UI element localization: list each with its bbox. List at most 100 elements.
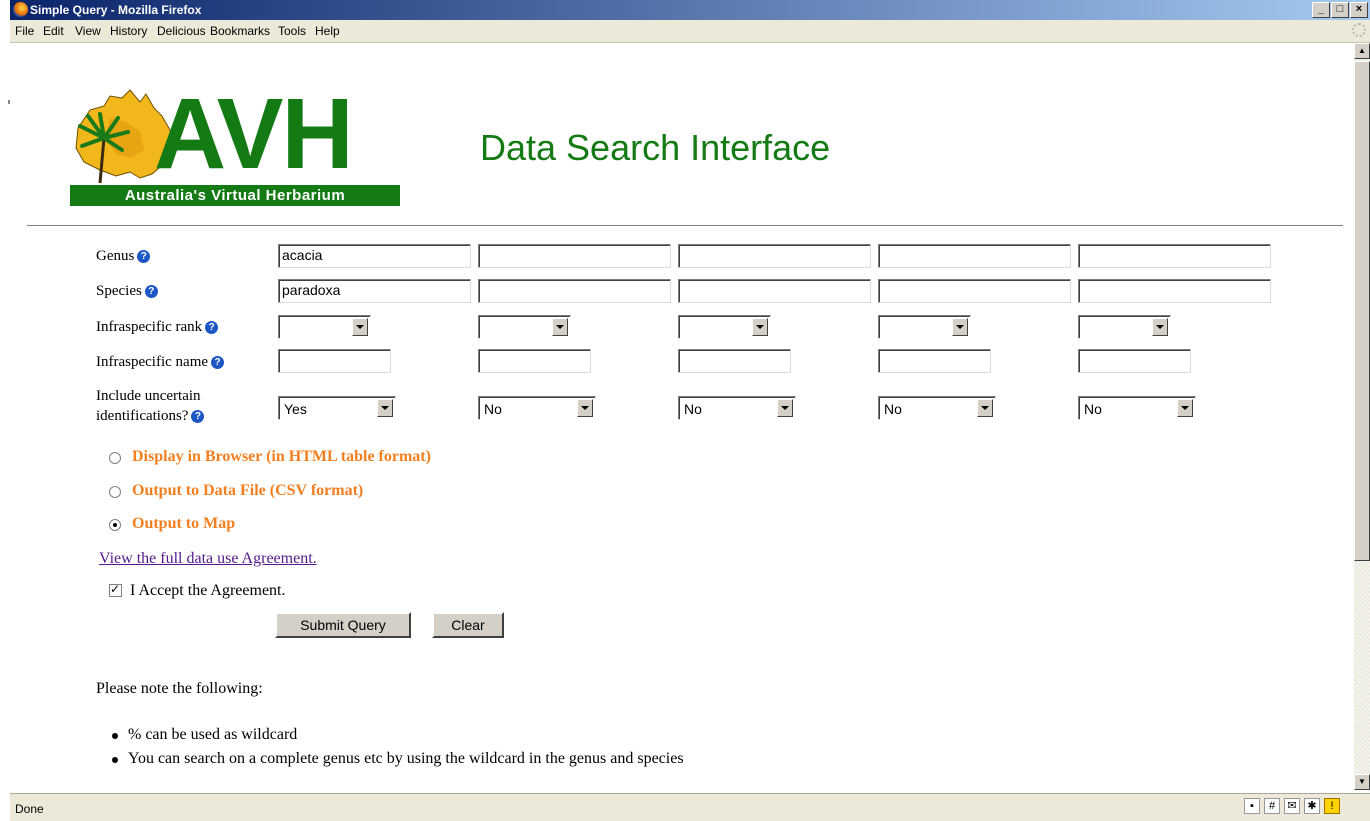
- uncertain-select-5[interactable]: No: [1078, 396, 1196, 420]
- chevron-down-icon[interactable]: [352, 318, 368, 336]
- infra-rank-help-icon[interactable]: ?: [205, 321, 219, 334]
- species-input-2[interactable]: [478, 279, 671, 303]
- infra-rank-select-3[interactable]: [678, 315, 771, 339]
- chevron-down-icon[interactable]: [552, 318, 568, 336]
- uncertain-select-4[interactable]: No: [878, 396, 996, 420]
- left-edge: [0, 0, 10, 820]
- chevron-down-icon[interactable]: [777, 399, 793, 417]
- list-item: You can search on a complete genus etc b…: [110, 750, 684, 774]
- page-heading: Data Search Interface: [480, 127, 831, 168]
- minimize-button[interactable]: _: [1312, 2, 1330, 18]
- page-viewport: AVH Australia's Virtual Herbarium Data S…: [10, 43, 1354, 790]
- infra-rank-select-2[interactable]: [478, 315, 571, 339]
- species-input-5[interactable]: [1078, 279, 1271, 303]
- infra-name-label: Infraspecific name?: [96, 354, 225, 371]
- infra-name-input-2[interactable]: [478, 349, 591, 373]
- infra-name-input-4[interactable]: [878, 349, 991, 373]
- genus-input-3[interactable]: [678, 244, 871, 268]
- infra-name-input-3[interactable]: [678, 349, 791, 373]
- avh-logo: AVH Australia's Virtual Herbarium: [70, 84, 400, 213]
- genus-input-5[interactable]: [1078, 244, 1271, 268]
- option-output-csv[interactable]: Output to Data File (CSV format): [132, 482, 363, 500]
- menu-tools[interactable]: Tools: [278, 24, 306, 38]
- agreement-link[interactable]: View the full data use Agreement.: [99, 550, 317, 568]
- infra-rank-label: Infraspecific rank?: [96, 319, 219, 336]
- uncertain-value-2: No: [484, 401, 502, 417]
- genus-input-4[interactable]: [878, 244, 1071, 268]
- maximize-button[interactable]: □: [1331, 2, 1349, 18]
- avh-tagline: Australia's Virtual Herbarium: [70, 185, 400, 206]
- uncertain-value-1: Yes: [284, 401, 307, 417]
- uncertain-help-icon[interactable]: ?: [191, 410, 205, 423]
- bug-icon[interactable]: ✱: [1304, 798, 1320, 814]
- menu-history[interactable]: History: [110, 24, 147, 38]
- species-help-icon[interactable]: ?: [144, 285, 158, 298]
- infra-rank-select-5[interactable]: [1078, 315, 1171, 339]
- menu-delicious[interactable]: Delicious: [157, 24, 206, 38]
- infra-rank-select-1[interactable]: [278, 315, 371, 339]
- radio-output-map[interactable]: [109, 519, 121, 531]
- notes-list: % can be used as wildcard You can search…: [110, 726, 684, 774]
- uncertain-label-line1: Include uncertain: [96, 388, 201, 404]
- option-display-browser[interactable]: Display in Browser (in HTML table format…: [132, 448, 431, 466]
- infra-name-help-icon[interactable]: ?: [211, 356, 225, 369]
- genus-help-icon[interactable]: ?: [137, 250, 151, 263]
- uncertain-select-1[interactable]: Yes: [278, 396, 396, 420]
- header-divider: [27, 225, 1343, 226]
- scroll-up-button[interactable]: ▲: [1354, 43, 1370, 59]
- species-label: Species?: [96, 283, 158, 300]
- option-output-map[interactable]: Output to Map: [132, 515, 235, 533]
- uncertain-value-3: No: [684, 401, 702, 417]
- status-bar: Done ▪ # ✉ ✱ !: [10, 793, 1370, 821]
- chevron-down-icon[interactable]: [977, 399, 993, 417]
- menu-file[interactable]: File: [15, 24, 34, 38]
- menu-bar: File Edit View History Delicious Bookmar…: [10, 20, 1370, 43]
- clear-button[interactable]: Clear: [432, 612, 504, 638]
- uncertain-label: Include uncertain identifications??: [96, 386, 205, 426]
- scroll-thumb[interactable]: [1354, 61, 1370, 561]
- status-text: Done: [15, 802, 44, 816]
- firefox-icon: [13, 2, 28, 17]
- infra-rank-label-text: Infraspecific rank: [96, 319, 203, 335]
- mail-icon[interactable]: ✉: [1284, 798, 1300, 814]
- chevron-down-icon[interactable]: [577, 399, 593, 417]
- warning-icon[interactable]: !: [1324, 798, 1340, 814]
- infra-name-label-text: Infraspecific name: [96, 354, 209, 370]
- uncertain-select-2[interactable]: No: [478, 396, 596, 420]
- infra-name-input-1[interactable]: [278, 349, 391, 373]
- genus-input-1[interactable]: acacia: [278, 244, 471, 268]
- chevron-down-icon[interactable]: [752, 318, 768, 336]
- accept-checkbox[interactable]: [109, 582, 122, 597]
- radio-display-browser[interactable]: [109, 452, 121, 464]
- uncertain-value-4: No: [884, 401, 902, 417]
- window-icon[interactable]: ▪: [1244, 798, 1260, 814]
- chevron-down-icon[interactable]: [952, 318, 968, 336]
- species-input-4[interactable]: [878, 279, 1071, 303]
- uncertain-select-3[interactable]: No: [678, 396, 796, 420]
- menu-help[interactable]: Help: [315, 24, 340, 38]
- menu-edit[interactable]: Edit: [43, 24, 64, 38]
- infra-name-input-5[interactable]: [1078, 349, 1191, 373]
- menu-bookmarks[interactable]: Bookmarks: [210, 24, 270, 38]
- chevron-down-icon[interactable]: [1177, 399, 1193, 417]
- scroll-down-button[interactable]: ▼: [1354, 774, 1370, 790]
- window-titlebar: Simple Query - Mozilla Firefox _ □ ×: [10, 0, 1370, 20]
- species-input-1[interactable]: paradoxa: [278, 279, 471, 303]
- genus-label-text: Genus: [96, 248, 135, 264]
- close-button[interactable]: ×: [1350, 2, 1368, 18]
- radio-output-csv[interactable]: [109, 486, 121, 498]
- accept-label: I Accept the Agreement.: [130, 582, 286, 599]
- uncertain-label-line2: identifications?: [96, 408, 189, 424]
- vertical-scrollbar[interactable]: ▲ ▼: [1354, 43, 1370, 790]
- grid-icon[interactable]: #: [1264, 798, 1280, 814]
- chevron-down-icon[interactable]: [377, 399, 393, 417]
- genus-label: Genus?: [96, 248, 151, 265]
- submit-query-button[interactable]: Submit Query: [275, 612, 411, 638]
- species-input-3[interactable]: [678, 279, 871, 303]
- list-item: % can be used as wildcard: [110, 726, 684, 750]
- menu-view[interactable]: View: [75, 24, 101, 38]
- genus-input-2[interactable]: [478, 244, 671, 268]
- infra-rank-select-4[interactable]: [878, 315, 971, 339]
- chevron-down-icon[interactable]: [1152, 318, 1168, 336]
- species-label-text: Species: [96, 283, 142, 299]
